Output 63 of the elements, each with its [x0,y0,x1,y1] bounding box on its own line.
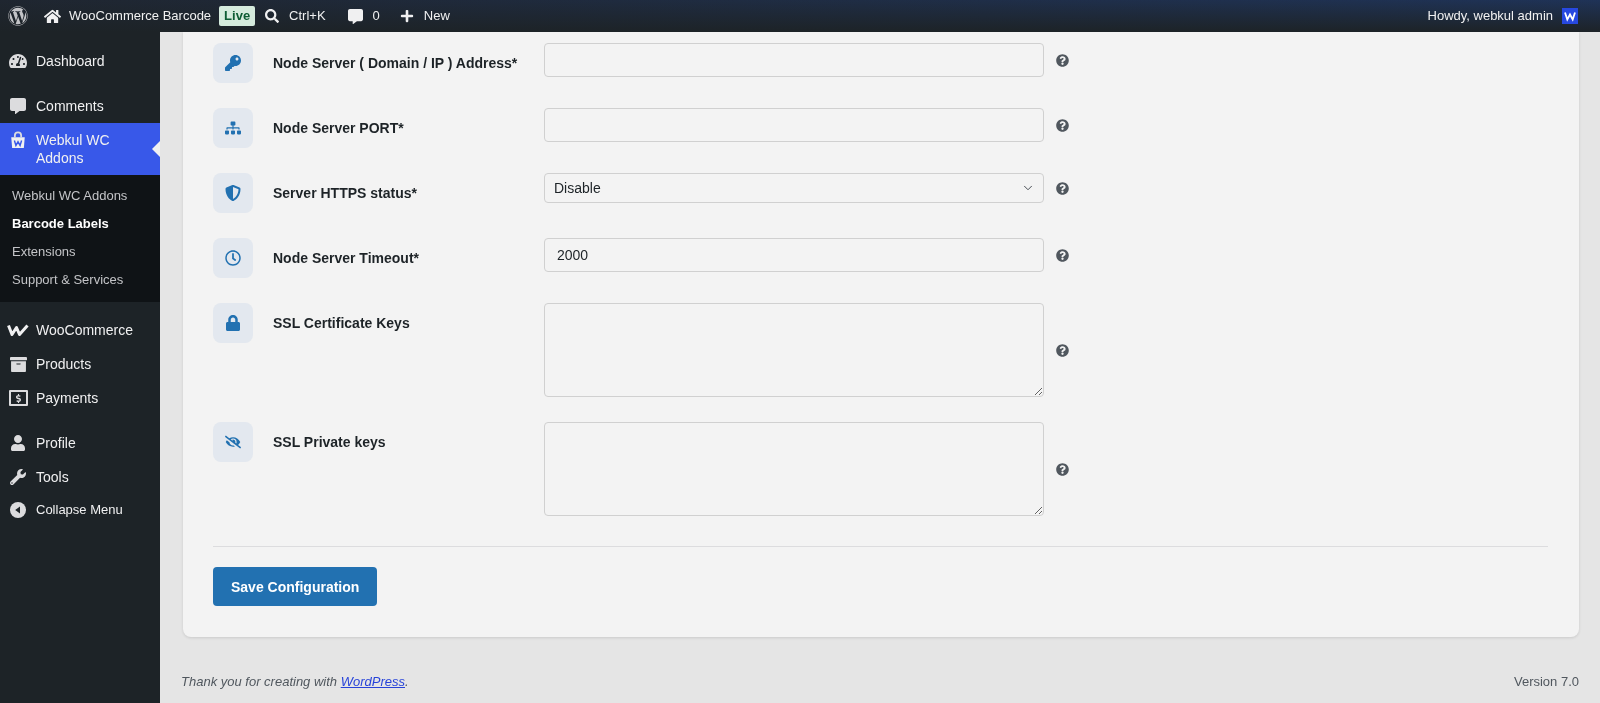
avatar-icon[interactable] [1562,8,1578,24]
search-icon [265,9,280,23]
submenu-item[interactable]: Webkul WC Addons [0,182,160,210]
current-page-arrow-icon [152,141,160,157]
sidebar-menu-item[interactable]: Webkul WC Addons [0,123,160,175]
user-icon [10,435,26,451]
comment-icon [10,98,26,114]
zigzag-logo-icon [7,324,29,336]
wrench-icon [10,469,26,485]
field-label: SSL Private keys [273,433,386,451]
collapse-menu-button[interactable]: Collapse Menu [0,494,160,526]
help-icon[interactable] [1056,53,1069,67]
collapse-icon [10,502,26,518]
help-icon[interactable] [1056,181,1069,195]
sidebar-menu-item[interactable]: Dashboard [0,44,160,78]
version-text: Version 7.0 [1513,674,1579,690]
help-icon[interactable] [1056,118,1069,132]
eye-slash-icon [213,422,253,462]
input-field[interactable] [544,43,1044,77]
submenu-item[interactable]: Barcode Labels [0,210,160,238]
input-field[interactable] [544,108,1044,142]
plus-icon [399,9,414,23]
field-label: Server HTTPS status* [273,184,417,202]
search-link[interactable]: Ctrl+K [265,0,326,32]
help-icon[interactable] [1056,248,1069,262]
save-configuration-button[interactable]: Save Configuration [213,567,378,606]
wordpress-link[interactable]: WordPress [340,674,405,689]
submenu-item[interactable]: Support & Services [0,266,160,294]
clock-icon [213,238,253,278]
sidebar-menu-item[interactable]: Payments [0,381,160,415]
live-badge: Live [219,6,256,26]
field-label: Node Server ( Domain / IP ) Address* [273,54,518,72]
money-icon [8,390,28,406]
bag-icon [9,131,27,149]
help-icon[interactable] [1056,462,1069,476]
footer-credit: Thank you for creating with WordPress. [181,674,409,690]
sitemap-icon [213,108,253,148]
sidebar-menu-item[interactable]: Comments [0,89,160,123]
select-field[interactable]: Disable [544,173,1044,203]
sidebar-menu-item[interactable]: Products [0,347,160,381]
help-icon[interactable] [1056,343,1069,357]
home-icon [44,7,61,25]
textarea-field[interactable] [544,303,1044,397]
field-label: Node Server Timeout* [273,249,419,267]
textarea-field[interactable] [544,422,1044,516]
wordpress-logo-icon[interactable] [8,6,28,26]
sidebar-menu-item[interactable]: Profile [0,426,160,460]
key-icon [213,43,253,83]
archive-box-icon [9,355,27,373]
input-field[interactable]: 2000 [544,238,1044,272]
new-link[interactable]: New [399,0,450,32]
field-label: SSL Certificate Keys [273,314,410,332]
comment-icon [347,8,363,24]
site-name-link[interactable]: WooCommerce Barcode [44,0,212,32]
field-label: Node Server PORT* [273,119,404,137]
shield-icon [213,173,253,213]
lock-icon [213,303,253,343]
sidebar-menu-item[interactable]: Tools [0,460,160,494]
submenu-item[interactable]: Extensions [0,238,160,266]
sidebar-menu-item[interactable]: WooCommerce [0,313,160,347]
comments-link[interactable]: 0 [347,0,380,32]
account-link[interactable]: Howdy, webkul admin [1427,0,1578,32]
gauge-icon [9,52,27,70]
